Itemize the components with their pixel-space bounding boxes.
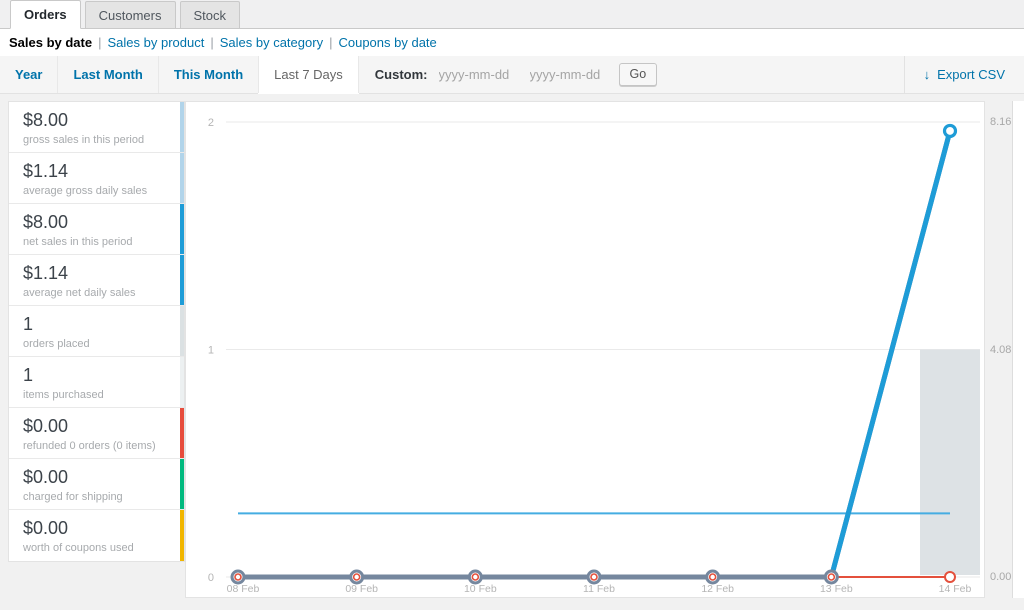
report-link-sales-by-date: Sales by date <box>9 35 92 50</box>
custom-date-to-input[interactable] <box>528 63 610 86</box>
marker-inner-gross-sales-amount <box>472 574 478 580</box>
stat-label: average gross daily sales <box>23 185 168 197</box>
tab-stock[interactable]: Stock <box>180 1 241 28</box>
stat-value: $0.00 <box>23 518 168 539</box>
stat-label: items purchased <box>23 389 168 401</box>
range-tab-this-month[interactable]: This Month <box>159 56 259 93</box>
marker-inner-gross-sales-amount <box>235 574 241 580</box>
subnav-separator: | <box>329 35 332 50</box>
subnav-separator: | <box>98 35 101 50</box>
stat-accent-bar <box>180 204 184 254</box>
stat-label: charged for shipping <box>23 491 168 503</box>
marker-inner-gross-sales-amount <box>354 574 360 580</box>
stat-value: $0.00 <box>23 467 168 488</box>
custom-date-from-input[interactable] <box>437 63 519 86</box>
export-csv-box: ↓ Export CSV <box>904 56 1024 93</box>
x-axis-label: 14 Feb <box>939 583 972 595</box>
range-tab-last-7-days[interactable]: Last 7 Days <box>259 56 359 93</box>
x-axis-label: 08 Feb <box>227 583 260 595</box>
report-content: $8.00 gross sales in this period $1.14 aver… <box>0 94 1024 610</box>
x-axis-label: 12 Feb <box>701 583 734 595</box>
date-range-tabs: YearLast MonthThis MonthLast 7 Days <box>0 56 359 93</box>
stat-value: $0.00 <box>23 416 168 437</box>
go-button[interactable]: Go <box>619 63 658 86</box>
range-tab-year[interactable]: Year <box>0 56 58 93</box>
right-axis-tick: 8.16 <box>990 116 1020 128</box>
stat-refunded-0-orders-0-items: $0.00 refunded 0 orders (0 items) <box>9 408 184 459</box>
range-tab-last-month[interactable]: Last Month <box>58 56 158 93</box>
marker-inner-gross-sales-amount <box>591 574 597 580</box>
right-axis-tick: 4.08 <box>990 344 1020 356</box>
stat-value: $1.14 <box>23 161 168 182</box>
stat-label: net sales in this period <box>23 236 168 248</box>
x-axis-label: 11 Feb <box>583 583 615 595</box>
export-csv-label: Export CSV <box>937 67 1005 82</box>
download-icon: ↓ <box>924 67 931 82</box>
stats-sidebar: $8.00 gross sales in this period $1.14 aver… <box>8 101 185 562</box>
right-axis-tick: 0.00 <box>990 571 1020 583</box>
tab-orders[interactable]: Orders <box>10 0 81 29</box>
stat-orders-placed: 1 orders placed <box>9 306 184 357</box>
stat-gross-sales-in-this-period: $8.00 gross sales in this period <box>9 102 184 153</box>
stat-value: $1.14 <box>23 263 168 284</box>
stat-items-purchased: 1 items purchased <box>9 357 184 408</box>
stat-accent-bar <box>180 459 184 509</box>
stat-label: refunded 0 orders (0 items) <box>23 440 168 452</box>
marker-inner-gross-sales-amount <box>710 574 716 580</box>
stat-accent-bar <box>180 510 184 561</box>
stat-accent-bar <box>180 153 184 203</box>
subnav-separator: | <box>210 35 213 50</box>
stat-accent-bar <box>180 255 184 305</box>
left-axis-tick: 2 <box>208 117 214 129</box>
report-link-coupons-by-date[interactable]: Coupons by date <box>338 35 436 50</box>
stat-charged-for-shipping: $0.00 charged for shipping <box>9 459 184 510</box>
marker-inner-gross-sales-amount <box>828 574 834 580</box>
stat-average-net-daily-sales: $1.14 average net daily sales <box>9 255 184 306</box>
report-subnav: Sales by date | Sales by product | Sales by … <box>0 29 1024 56</box>
x-axis-label: 13 Feb <box>820 583 853 595</box>
stat-accent-bar <box>180 306 184 356</box>
stat-value: $8.00 <box>23 212 168 233</box>
stat-accent-bar <box>180 102 184 152</box>
stat-value: 1 <box>23 314 168 335</box>
stat-label: worth of coupons used <box>23 542 168 554</box>
stat-value: $8.00 <box>23 110 168 131</box>
left-axis-tick: 1 <box>208 345 214 357</box>
x-axis-label: 10 Feb <box>464 583 497 595</box>
x-axis-label: 09 Feb <box>345 583 378 595</box>
custom-range-group: Custom: Go <box>359 56 673 93</box>
stat-value: 1 <box>23 365 168 386</box>
stat-label: gross sales in this period <box>23 134 168 146</box>
stat-label: orders placed <box>23 338 168 350</box>
report-link-sales-by-product[interactable]: Sales by product <box>108 35 205 50</box>
custom-range-label: Custom: <box>375 67 428 82</box>
sales-chart-svg: 0 1 2 08 Feb 09 Feb 10 Feb 11 Feb 12 Feb 13 Feb 1… <box>186 102 984 597</box>
end-marker-net-sales-amount <box>945 125 956 136</box>
line-gross-sales-amount <box>238 131 950 577</box>
stat-label: average net daily sales <box>23 287 168 299</box>
stat-average-gross-daily-sales: $1.14 average gross daily sales <box>9 153 184 204</box>
sales-chart-panel: 0 1 2 08 Feb 09 Feb 10 Feb 11 Feb 12 Feb 13 Feb 1… <box>185 101 985 598</box>
end-marker-refund-amount <box>945 572 955 582</box>
tab-customers[interactable]: Customers <box>85 1 176 28</box>
stat-accent-bar <box>180 357 184 407</box>
export-csv-link[interactable]: ↓ Export CSV <box>924 67 1005 82</box>
date-range-bar: YearLast MonthThis MonthLast 7 Days Cust… <box>0 56 1024 94</box>
report-link-sales-by-category[interactable]: Sales by category <box>220 35 323 50</box>
report-type-tab-bar: OrdersCustomersStock <box>0 0 1024 29</box>
stat-net-sales-in-this-period: $8.00 net sales in this period <box>9 204 184 255</box>
stat-accent-bar <box>180 408 184 458</box>
stat-worth-of-coupons-used: $0.00 worth of coupons used <box>9 510 184 561</box>
bar-items-purchased <box>920 350 980 576</box>
left-axis-tick: 0 <box>208 572 214 584</box>
